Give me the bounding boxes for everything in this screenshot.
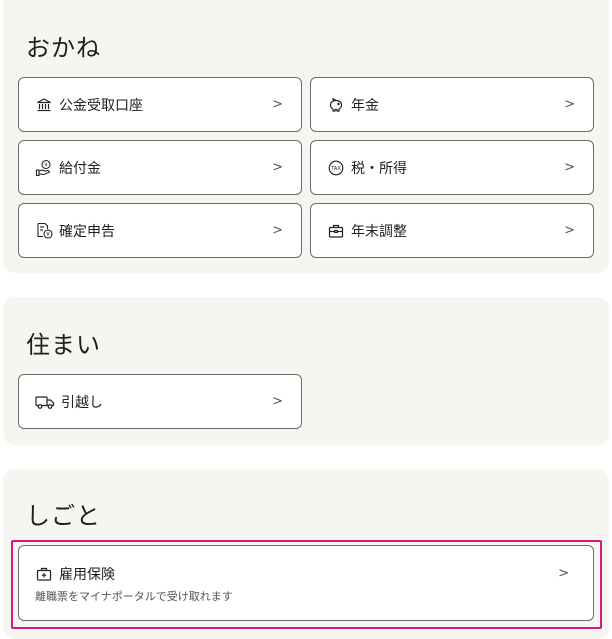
chevron-right-icon: > [272, 223, 283, 238]
chevron-right-icon: > [272, 394, 283, 409]
chevron-right-icon: > [564, 97, 575, 112]
card-label: 給付金 [59, 160, 101, 177]
document-yen-icon: ¥ [35, 222, 53, 240]
card-tax-return[interactable]: ¥ 確定申告 > [18, 203, 302, 258]
section-title-money: おかね [26, 34, 101, 62]
svg-text:TAX: TAX [330, 166, 341, 172]
card-public-fund-account[interactable]: 公金受取口座 > [18, 77, 302, 132]
chevron-right-icon: > [272, 97, 283, 112]
card-tax-income[interactable]: TAX 税・所得 > [310, 140, 594, 195]
chevron-right-icon: > [564, 223, 575, 238]
chevron-right-icon: > [564, 160, 575, 175]
card-label: 税・所得 [351, 160, 407, 177]
section-title-work: しごと [26, 502, 101, 530]
truck-icon [35, 393, 55, 411]
section-title-home: 住まい [26, 331, 101, 359]
card-moving[interactable]: 引越し > [18, 374, 302, 429]
tax-icon: TAX [327, 159, 345, 177]
svg-text:¥: ¥ [44, 162, 48, 168]
card-benefits[interactable]: ¥ 給付金 > [18, 140, 302, 195]
briefcase-icon [327, 222, 345, 240]
bank-icon [35, 96, 53, 114]
card-label: 年末調整 [351, 223, 407, 240]
svg-text:¥: ¥ [46, 232, 50, 238]
card-label: 公金受取口座 [59, 97, 143, 114]
chevron-right-icon: > [272, 160, 283, 175]
card-pension[interactable]: 年金 > [310, 77, 594, 132]
card-label: 引越し [61, 394, 103, 411]
card-label: 年金 [351, 97, 379, 114]
card-year-end-adjustment[interactable]: 年末調整 > [310, 203, 594, 258]
card-label: 確定申告 [59, 223, 115, 240]
hand-yen-icon: ¥ [35, 159, 53, 177]
focus-highlight [11, 540, 602, 629]
piggy-bank-icon [327, 96, 345, 114]
